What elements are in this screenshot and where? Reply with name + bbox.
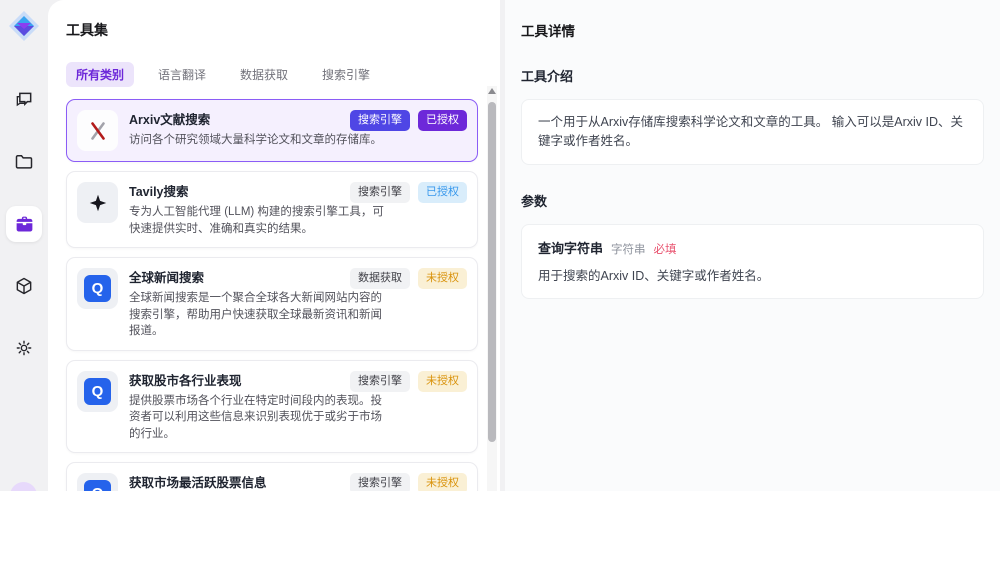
auth-status-badge: 已授权: [418, 110, 467, 131]
category-badge: 搜索引擎: [350, 473, 410, 491]
sidebar-item-plugins[interactable]: [6, 268, 42, 304]
sidebar-nav: [6, 82, 42, 366]
param-required-badge: 必填: [653, 244, 677, 256]
tool-card-most-active-stocks[interactable]: Q 获取市场最活跃股票信息 提供当天交易量最高的股票列表，投资者可以利用这些信息…: [66, 462, 478, 491]
tool-list: Arxiv文献搜索 访问各个研究领域大量科学论文和文章的存储库。 搜索引擎 已授…: [66, 99, 478, 491]
sidebar-item-settings[interactable]: [6, 330, 42, 366]
tool-description: 专为人工智能代理 (LLM) 构建的搜索引擎工具，可快速提供实时、准确和真实的结…: [129, 206, 384, 235]
category-tabs: 所有类别 语言翻译 数据获取 搜索引擎: [66, 62, 500, 87]
tab-search-engine[interactable]: 搜索引擎: [312, 62, 380, 87]
tool-description: 访问各个研究领域大量科学论文和文章的存储库。: [129, 134, 382, 146]
sidebar-item-files[interactable]: [6, 144, 42, 180]
sidebar: [0, 0, 48, 491]
param-name: 查询字符串: [538, 241, 604, 256]
arxiv-logo-icon: [77, 110, 118, 151]
scrollbar-thumb[interactable]: [488, 102, 496, 442]
tool-card-tavily[interactable]: Tavily搜索 专为人工智能代理 (LLM) 构建的搜索引擎工具，可快速提供实…: [66, 171, 478, 248]
q-logo-icon: Q: [77, 370, 118, 412]
app-window: 工具集 所有类别 语言翻译 数据获取 搜索引擎 Arxiv文献搜索 访问各个研究…: [0, 0, 1000, 491]
tool-card-arxiv[interactable]: Arxiv文献搜索 访问各个研究领域大量科学论文和文章的存储库。 搜索引擎 已授…: [66, 99, 478, 162]
auth-status-badge: 未授权: [418, 268, 467, 289]
tool-description: 提供股票市场各个行业在特定时间段内的表现。投资者可以利用这些信息来识别表现优于或…: [129, 394, 382, 440]
intro-heading: 工具介绍: [521, 69, 574, 84]
sidebar-item-tools[interactable]: [6, 206, 42, 242]
category-badge: 搜索引擎: [350, 370, 410, 392]
auth-status-badge: 已授权: [418, 182, 467, 203]
gear-icon: [14, 338, 34, 358]
tool-detail-panel: 工具详情 工具介绍 一个用于从Arxiv存储库搜索科学论文和文章的工具。 输入可…: [505, 0, 1000, 491]
page: 工具集 所有类别 语言翻译 数据获取 搜索引擎 Arxiv文献搜索 访问各个研究…: [0, 0, 1000, 563]
sidebar-item-chat[interactable]: [6, 82, 42, 118]
user-avatar[interactable]: [10, 482, 37, 491]
tool-card-global-news[interactable]: Q 全球新闻搜索 全球新闻搜索是一个聚合全球各大新闻网站内容的搜索引擎，帮助用户…: [66, 257, 478, 351]
auth-status-badge: 未授权: [418, 473, 467, 491]
tab-all-categories[interactable]: 所有类别: [66, 62, 135, 87]
q-logo-icon: Q: [77, 473, 118, 491]
app-logo-icon: [8, 10, 40, 42]
tools-panel: 工具集 所有类别 语言翻译 数据获取 搜索引擎 Arxiv文献搜索 访问各个研究…: [48, 0, 500, 491]
category-badge: 搜索引擎: [350, 110, 410, 131]
param-description: 用于搜索的Arxiv ID、关键字或作者姓名。: [538, 269, 770, 283]
tab-data-fetch[interactable]: 数据获取: [230, 62, 298, 87]
tab-translation[interactable]: 语言翻译: [148, 62, 216, 87]
tool-description: 全球新闻搜索是一个聚合全球各大新闻网站内容的搜索引擎，帮助用户快速获取全球最新资…: [129, 292, 382, 337]
page-title: 工具集: [66, 22, 108, 38]
category-badge: 搜索引擎: [350, 182, 410, 203]
tavily-star-icon: [77, 182, 118, 223]
scroll-up-icon[interactable]: [488, 88, 496, 94]
q-logo-icon: Q: [77, 268, 118, 309]
intro-card: 一个用于从Arxiv存储库搜索科学论文和文章的工具。 输入可以是Arxiv ID…: [521, 99, 984, 165]
chat-icon: [14, 90, 34, 110]
auth-status-badge: 未授权: [418, 370, 467, 392]
params-heading: 参数: [521, 194, 548, 209]
intro-text: 一个用于从Arxiv存储库搜索科学论文和文章的工具。 输入可以是Arxiv ID…: [538, 115, 964, 148]
scrollbar: [487, 86, 497, 491]
folder-icon: [14, 152, 34, 172]
cube-icon: [14, 276, 34, 296]
tool-card-sector-performance[interactable]: Q 获取股市各行业表现 提供股票市场各个行业在特定时间段内的表现。投资者可以利用…: [66, 359, 478, 453]
category-badge: 数据获取: [350, 268, 410, 289]
param-type: 字符串: [611, 244, 646, 256]
detail-title: 工具详情: [521, 24, 575, 39]
toolbox-icon: [14, 214, 35, 235]
param-card: 查询字符串 字符串 必填 用于搜索的Arxiv ID、关键字或作者姓名。: [521, 224, 984, 299]
